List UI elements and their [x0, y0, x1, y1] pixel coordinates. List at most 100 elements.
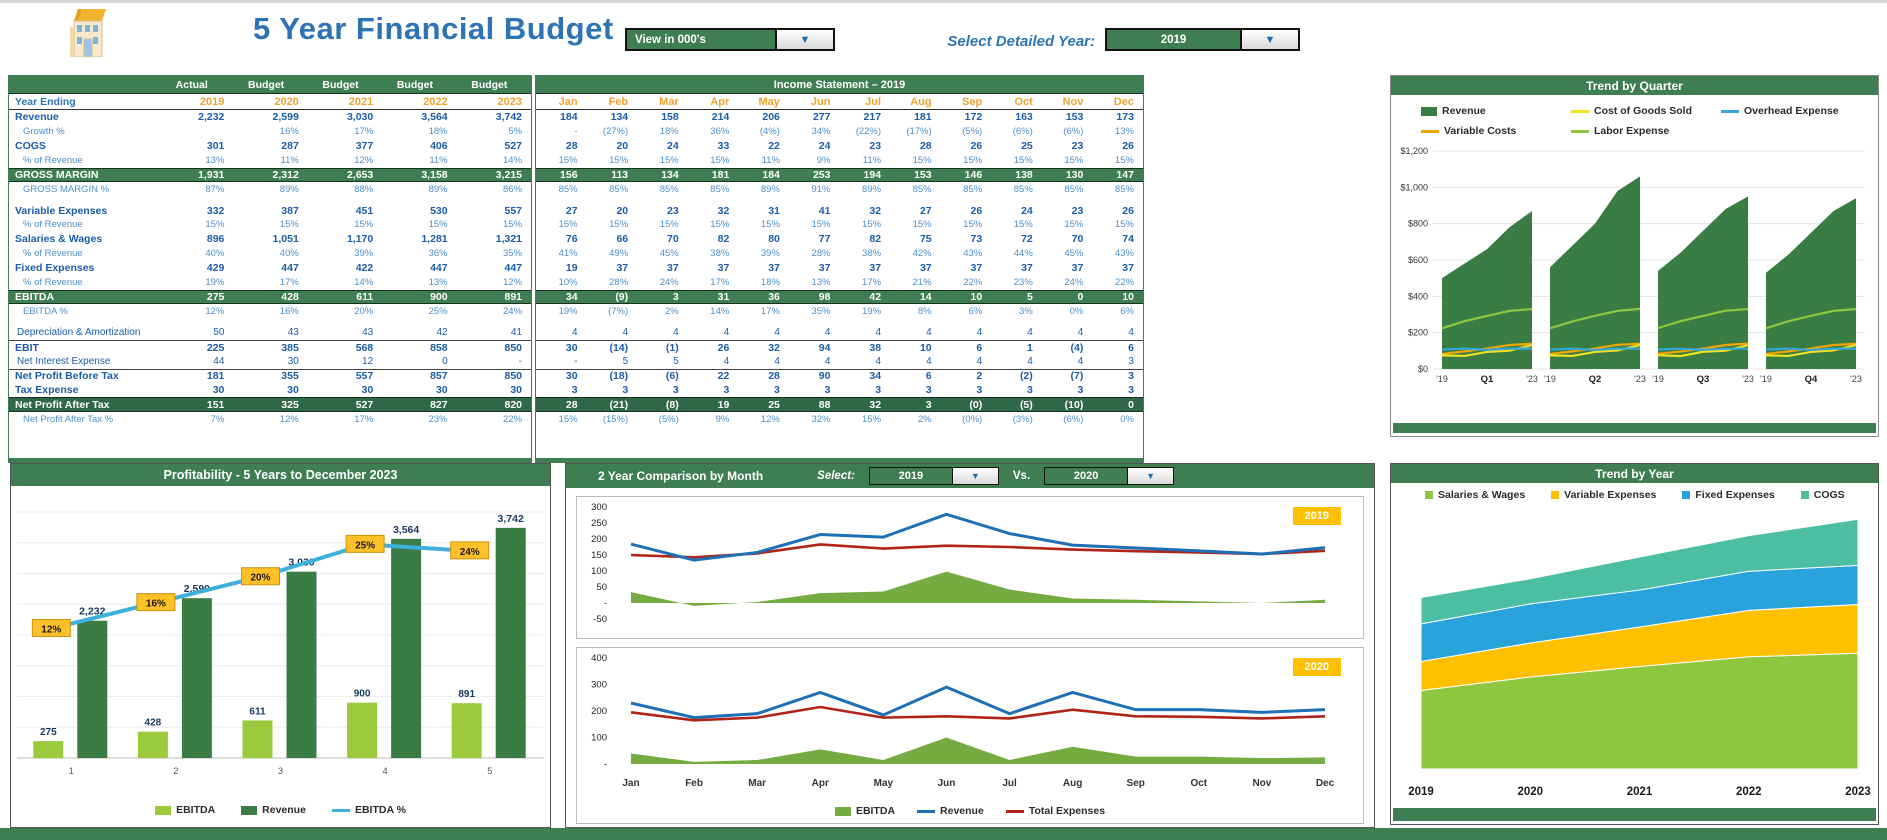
compare-year1-value[interactable]: 2019 [870, 468, 952, 484]
year-cell: 2021 [308, 96, 382, 108]
trend-by-year-chart: 20192020202120222023 [1391, 503, 1878, 806]
cell: 18% [382, 126, 456, 137]
cell: 4 [991, 356, 1042, 367]
column-header-cell: Budget [233, 79, 307, 91]
chevron-down-icon[interactable]: ▼ [775, 30, 833, 49]
units-dropdown[interactable]: View in 000's ▼ [625, 28, 835, 51]
cell: (5) [991, 399, 1042, 411]
cell: 30 [308, 384, 382, 396]
chevron-down-icon[interactable]: ▼ [1240, 30, 1298, 49]
cell: 15% [890, 219, 941, 230]
cell: 30 [536, 370, 587, 382]
legend-item: Fixed Expenses [1682, 487, 1774, 503]
row-label: Depreciation & Amortization [9, 327, 159, 338]
svg-text:Mar: Mar [748, 778, 766, 789]
table-row: % of Revenue15%15%15%15%15% [9, 218, 531, 232]
revenue-swatch [917, 810, 935, 813]
column-header-cell: Actual [159, 79, 233, 91]
cell: 15% [382, 219, 456, 230]
cell: 6 [941, 342, 992, 354]
cell: 6 [1092, 342, 1143, 354]
cell: 17% [308, 414, 382, 425]
row-label: EBITDA [9, 291, 159, 303]
cell: (10) [1042, 399, 1093, 411]
detail-year-dropdown[interactable]: 2019 ▼ [1105, 28, 1300, 51]
cell: 2% [637, 306, 688, 317]
cell: 225 [159, 342, 233, 354]
cell: 0 [382, 356, 456, 367]
cell: 611 [308, 291, 382, 303]
svg-text:Jan: Jan [622, 778, 639, 789]
profitability-title: Profitability - 5 Years to December 2023 [11, 464, 550, 486]
cell: 34% [789, 126, 840, 137]
cell: 32% [789, 414, 840, 425]
cell: 66 [587, 233, 638, 245]
cell: 3,215 [457, 169, 531, 181]
legend-item: Labor Expense [1571, 121, 1721, 141]
compare-year2-dropdown[interactable]: 2020 ▼ [1044, 467, 1174, 485]
row-label: Net Profit After Tax % [9, 414, 159, 425]
cell: 15% [637, 219, 688, 230]
cell: 10 [941, 291, 992, 303]
svg-text:3,564: 3,564 [393, 524, 419, 536]
cell: 17% [233, 277, 307, 288]
cell: 14 [890, 291, 941, 303]
cell: 23 [1042, 140, 1093, 152]
row-label: Growth % [9, 126, 159, 137]
year-cell: 2023 [457, 96, 531, 108]
table-row: 272023323141322726242326 [536, 203, 1143, 217]
svg-text:Dec: Dec [1316, 778, 1335, 789]
cell: 26 [1092, 140, 1143, 152]
cell: 36 [738, 291, 789, 303]
cell: 25 [738, 399, 789, 411]
cell: 91% [789, 184, 840, 195]
cell: (0%) [941, 414, 992, 425]
cell: 3% [991, 306, 1042, 317]
svg-text:428: 428 [145, 718, 162, 729]
cell: 130 [1042, 169, 1093, 181]
chevron-down-icon[interactable]: ▼ [1127, 468, 1173, 484]
month-cell: Mar [637, 96, 688, 108]
cell: 6 [890, 370, 941, 382]
chevron-down-icon[interactable]: ▼ [952, 468, 998, 484]
legend-label: COGS [1814, 489, 1845, 501]
svg-text:May: May [874, 778, 894, 789]
units-dropdown-value[interactable]: View in 000's [627, 30, 775, 49]
cell: (0) [941, 399, 992, 411]
cell: 134 [637, 169, 688, 181]
cell: 153 [890, 169, 941, 181]
cell: 30 [382, 384, 456, 396]
cell: (4%) [738, 126, 789, 137]
cell: 0 [1042, 291, 1093, 303]
table-row: 282024332224232826252326 [536, 139, 1143, 153]
cell: 26 [941, 140, 992, 152]
svg-text:$400: $400 [1408, 291, 1428, 301]
table-row: 15%15%15%15%11%9%11%15%15%15%15%15% [536, 153, 1143, 167]
compare-year2-value[interactable]: 2020 [1045, 468, 1127, 484]
detail-year-dropdown-value[interactable]: 2019 [1107, 30, 1240, 49]
cell: 85% [688, 184, 739, 195]
cell: 3 [890, 384, 941, 396]
cell: 0 [1092, 399, 1143, 411]
cell: 16% [233, 306, 307, 317]
table-row: Salaries & Wages8961,0511,1701,2811,321 [9, 232, 531, 246]
cell: 3 [587, 384, 638, 396]
cell: 17% [738, 306, 789, 317]
compare-year1-dropdown[interactable]: 2019 ▼ [869, 467, 999, 485]
month-cell: Jan [536, 96, 587, 108]
cell: 38 [839, 342, 890, 354]
cell: 4 [688, 327, 739, 338]
ebitda-bar [33, 741, 63, 758]
legend-item: Overhead Expense [1721, 101, 1871, 121]
cell: 858 [382, 342, 456, 354]
table-row: GROSS MARGIN %87%89%88%89%86% [9, 182, 531, 196]
cell: 87% [159, 184, 233, 195]
cell: 15% [991, 219, 1042, 230]
cell: 19% [839, 306, 890, 317]
table-row: 766670828077827573727074 [536, 232, 1143, 246]
cell: (3%) [991, 414, 1042, 425]
cell: 28 [536, 399, 587, 411]
cell: 530 [382, 205, 456, 217]
month-cell: Sep [941, 96, 992, 108]
cell: 447 [382, 262, 456, 274]
